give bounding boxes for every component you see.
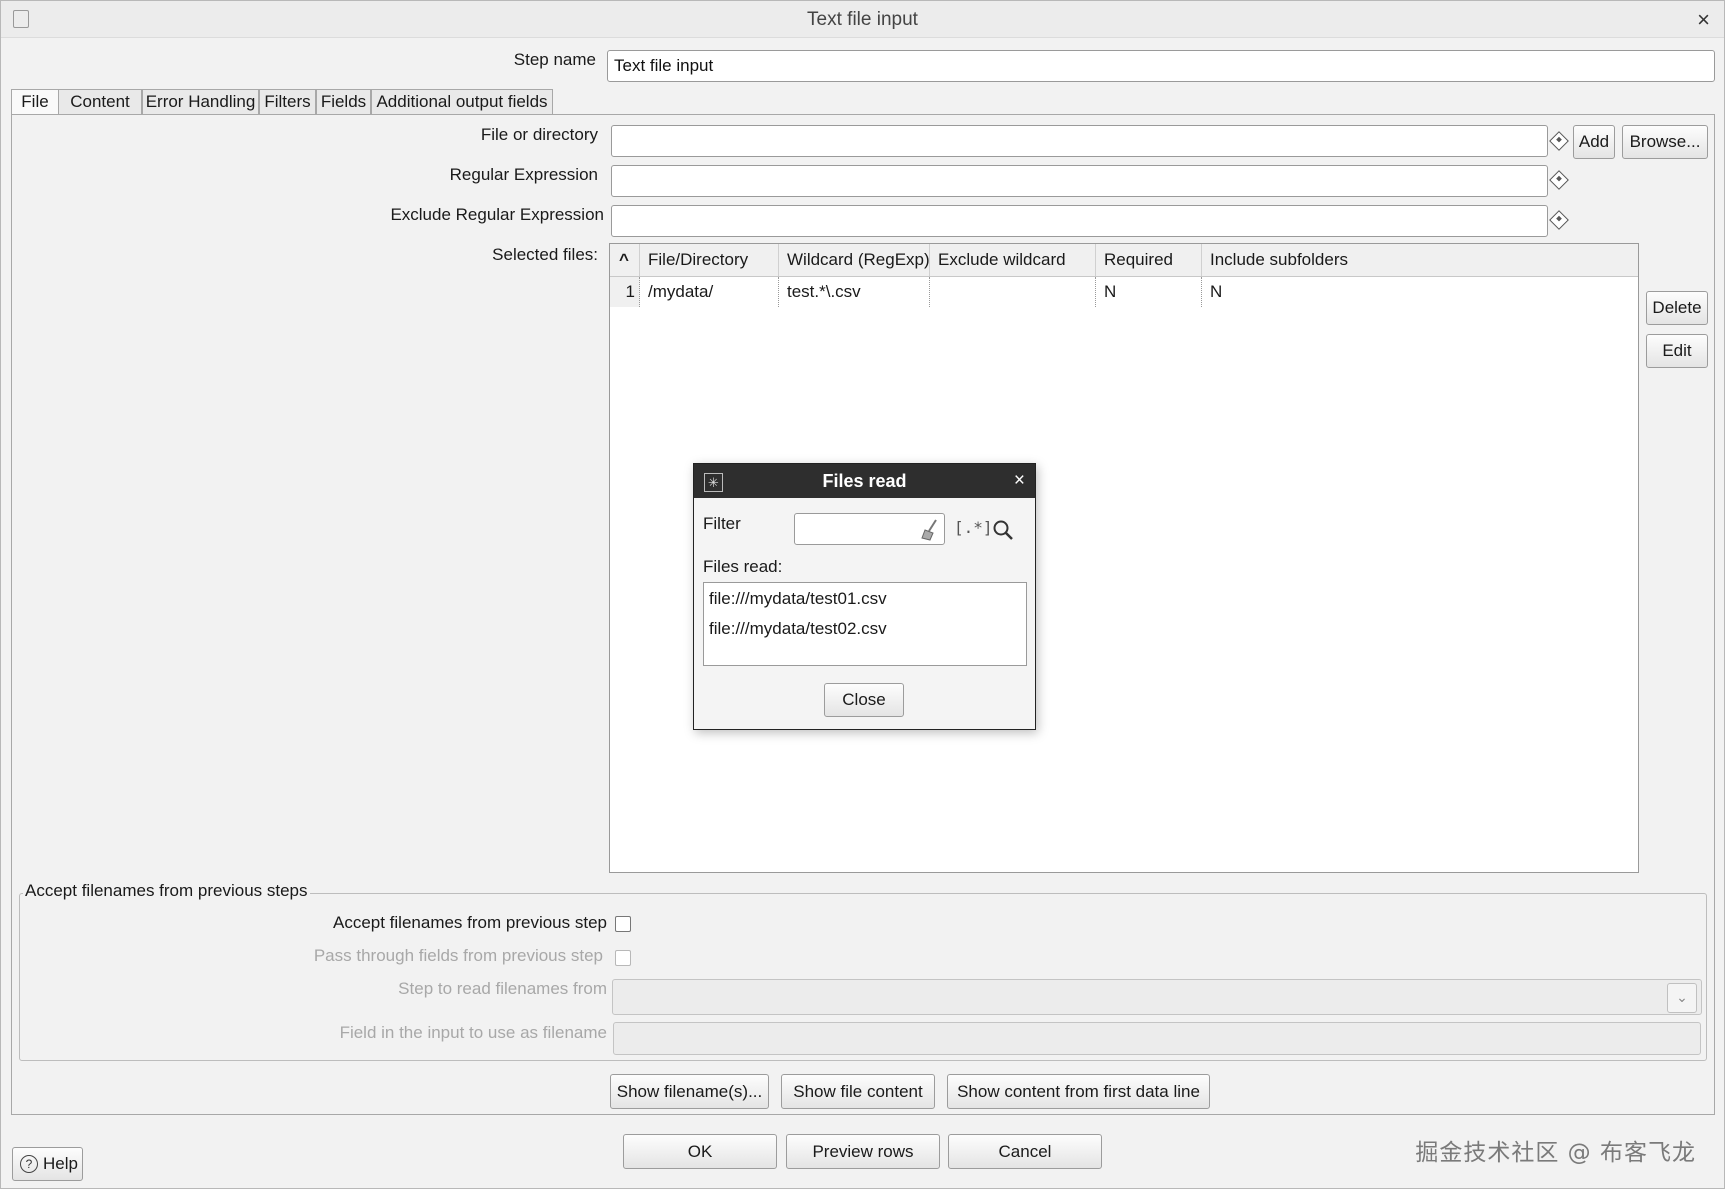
column-header[interactable]: Required: [1096, 244, 1202, 276]
broom-icon[interactable]: [920, 518, 940, 542]
browse-button[interactable]: Browse...: [1622, 125, 1708, 159]
dialog-title: Files read: [822, 471, 907, 491]
cell-file-directory[interactable]: /mydata/: [640, 277, 779, 307]
preview-rows-button[interactable]: Preview rows: [786, 1134, 940, 1169]
column-header[interactable]: Include subfolders: [1202, 244, 1638, 276]
tab-fields[interactable]: Fields: [316, 89, 371, 114]
accept-filenames-checkbox[interactable]: [615, 916, 631, 932]
tab-filters[interactable]: Filters: [259, 89, 316, 114]
watermark: 掘金技术社区 @ 布客飞龙: [1415, 1140, 1696, 1166]
close-icon[interactable]: ×: [1697, 7, 1710, 33]
row-number: 1: [610, 277, 640, 307]
dialog-title-bar: ✳ Files read ×: [694, 464, 1035, 498]
regular-expression-input[interactable]: [611, 165, 1548, 197]
pass-through-fields-label: Pass through fields from previous step: [313, 946, 603, 965]
add-button[interactable]: Add: [1573, 125, 1615, 159]
delete-button[interactable]: Delete: [1646, 291, 1708, 325]
step-name-input[interactable]: [607, 50, 1715, 82]
files-read-dialog: ✳ Files read × Filter [.*] Files read: f…: [693, 463, 1036, 730]
sort-icon[interactable]: ^: [610, 244, 640, 276]
cell-required[interactable]: N: [1096, 277, 1202, 307]
cell-include-subfolders[interactable]: N: [1202, 277, 1402, 307]
field-in-input-field[interactable]: [613, 1022, 1701, 1055]
window-title: Text file input: [807, 9, 918, 30]
edit-button[interactable]: Edit: [1646, 334, 1708, 368]
tab-file[interactable]: File: [11, 89, 58, 116]
regular-expression-label: Regular Expression: [449, 165, 598, 184]
step-to-read-label: Step to read filenames from: [398, 979, 607, 998]
selected-files-label: Selected files:: [492, 245, 598, 264]
cancel-button[interactable]: Cancel: [948, 1134, 1102, 1169]
ok-button[interactable]: OK: [623, 1134, 777, 1169]
filter-label: Filter: [703, 514, 741, 533]
accept-filenames-group-title: Accept filenames from previous steps: [23, 881, 310, 901]
cell-exclude-wildcard[interactable]: [930, 277, 1096, 307]
step-to-read-select[interactable]: ⌄: [612, 979, 1702, 1015]
tab-content[interactable]: Content: [58, 89, 142, 114]
files-read-label: Files read:: [703, 557, 783, 576]
accept-filenames-label: Accept filenames from previous step: [332, 913, 607, 932]
tab-additional-output-fields[interactable]: Additional output fields: [371, 89, 553, 114]
column-header[interactable]: Wildcard (RegExp): [779, 244, 930, 276]
step-name-label: Step name: [513, 50, 596, 69]
chevron-down-icon[interactable]: ⌄: [1667, 983, 1697, 1013]
table-header: ^ File/Directory Wildcard (RegExp) Exclu…: [610, 244, 1638, 277]
show-file-content-button[interactable]: Show file content: [781, 1074, 935, 1109]
text-file-input-window: Text file input × Step name File Content…: [0, 0, 1725, 1189]
help-button[interactable]: ? Help: [12, 1147, 83, 1181]
regex-icon[interactable]: [.*]: [954, 518, 993, 537]
list-item[interactable]: file:///mydata/test02.csv: [709, 619, 887, 639]
show-filenames-button[interactable]: Show filename(s)...: [610, 1074, 769, 1109]
cell-wildcard[interactable]: test.*\.csv: [779, 277, 930, 307]
title-bar: Text file input ×: [1, 1, 1724, 38]
help-icon: ?: [20, 1155, 38, 1173]
pass-through-fields-checkbox[interactable]: [615, 950, 631, 966]
tab-error-handling[interactable]: Error Handling: [142, 89, 259, 114]
list-item[interactable]: file:///mydata/test01.csv: [709, 589, 887, 609]
column-header[interactable]: Exclude wildcard: [930, 244, 1096, 276]
search-icon[interactable]: [992, 519, 1014, 541]
file-or-directory-input[interactable]: [611, 125, 1548, 157]
help-label: Help: [43, 1154, 78, 1173]
dialog-close-button[interactable]: Close: [824, 683, 904, 717]
exclude-regular-expression-input[interactable]: [611, 205, 1548, 237]
exclude-regular-expression-label: Exclude Regular Expression: [390, 205, 604, 224]
file-or-directory-label: File or directory: [480, 125, 598, 144]
show-content-first-line-button[interactable]: Show content from first data line: [947, 1074, 1210, 1109]
dialog-close-icon[interactable]: ×: [1014, 470, 1025, 492]
files-read-list[interactable]: file:///mydata/test01.csv file:///mydata…: [703, 582, 1027, 666]
field-in-input-label: Field in the input to use as filename: [339, 1023, 607, 1042]
column-header[interactable]: File/Directory: [640, 244, 779, 276]
